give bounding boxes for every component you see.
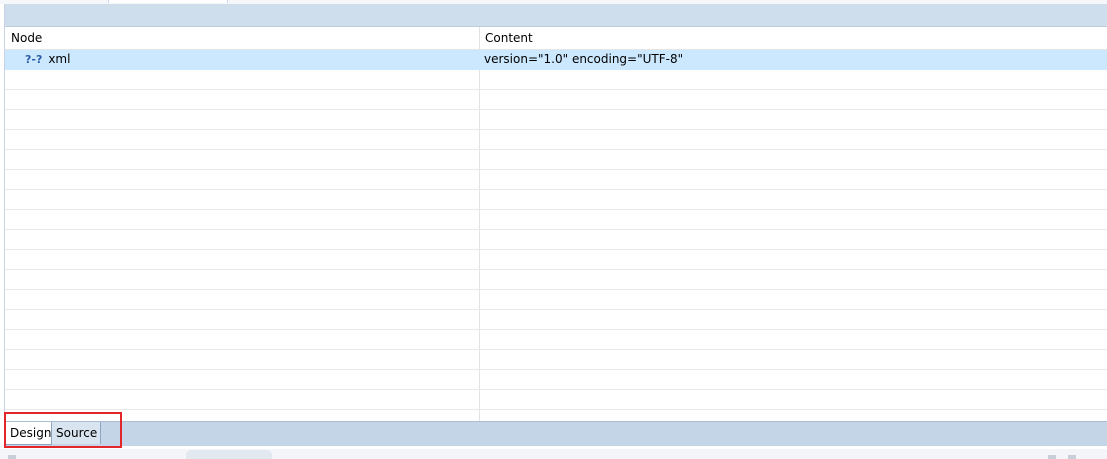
editor-title-band [5,4,1107,27]
bottom-tab-pill[interactable] [186,450,272,459]
table-row-empty[interactable] [5,290,1107,310]
tree-table-header: Node Content [5,27,1107,50]
table-row-empty[interactable] [5,310,1107,330]
table-row-empty[interactable] [5,350,1107,370]
table-row-empty[interactable] [5,70,1107,90]
table-row-empty[interactable] [5,370,1107,390]
table-row-empty[interactable] [5,130,1107,150]
table-row-empty[interactable] [5,230,1107,250]
bottom-strip [0,449,1107,459]
table-row-empty[interactable] [5,90,1107,110]
table-row-empty[interactable] [5,210,1107,230]
table-row-xml-declaration[interactable]: ?-? xml version="1.0" encoding="UTF-8" [5,50,1107,70]
bottom-icon-left [8,455,16,459]
editor-tab-stub[interactable] [108,0,228,3]
processing-instruction-icon: ?-? [25,53,43,66]
tree-table-body: ?-? xml version="1.0" encoding="UTF-8" [5,50,1107,410]
table-row-empty[interactable] [5,170,1107,190]
table-row-empty[interactable] [5,330,1107,350]
table-row-empty[interactable] [5,150,1107,170]
table-row-empty[interactable] [5,270,1107,290]
table-row-empty[interactable] [5,390,1107,410]
content-cell: version="1.0" encoding="UTF-8" [484,52,684,66]
table-row-empty[interactable] [5,250,1107,270]
column-header-content[interactable]: Content [485,27,533,49]
bottom-icon-right-1 [1048,455,1056,459]
column-header-node[interactable]: Node [11,27,42,49]
node-cell: ?-? xml [25,50,70,69]
table-row-empty[interactable] [5,190,1107,210]
node-name: xml [48,52,71,66]
table-row-empty[interactable] [5,110,1107,130]
annotation-highlight-box [4,412,122,448]
bottom-icon-right-2 [1068,455,1076,459]
xml-editor-design-view: Node Content ?-? xml version="1.0" encodi… [4,4,1107,421]
editor-page-tabs: Design Source [4,421,1107,446]
